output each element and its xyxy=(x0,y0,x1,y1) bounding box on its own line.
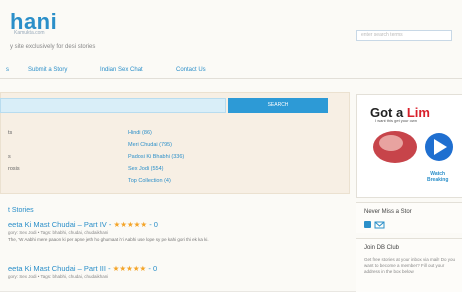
category-link[interactable]: Top Collection (4) xyxy=(128,178,171,184)
header: hani Kamukta.com y site exclusively for … xyxy=(0,0,462,62)
story-meta: gory: Sex Jodi • Tags: bhabhi, chudai, c… xyxy=(8,230,109,235)
nav-item-home[interactable]: s xyxy=(6,67,9,73)
site-tagline: y site exclusively for desi stories xyxy=(10,44,96,50)
top-search-input[interactable]: enter search terms xyxy=(356,30,452,41)
category-link[interactable]: Hindi (86) xyxy=(128,130,152,136)
story-meta: gory: Sex Jodi • Tags: bhabhi, chudai, c… xyxy=(8,274,109,279)
category-stat-label: ts xyxy=(8,130,13,136)
sidebar: Got a Lim I want this get your own Watch… xyxy=(356,94,462,292)
story-excerpt: The, 'W Aabhi mere paaon ki per apne jet… xyxy=(8,237,209,242)
rss-email-icons[interactable] xyxy=(364,221,386,229)
ad-subtext: I want this get your own xyxy=(375,118,418,123)
page: hani Kamukta.com y site exclusively for … xyxy=(0,0,462,292)
main-nav: s Submit a Story Indian Sex Chat Contact… xyxy=(0,64,462,79)
story-item: eeta Ki Mast Chudai – Part IV - ★★★★★ - … xyxy=(8,220,343,242)
category-stat-label: rosis xyxy=(8,166,20,172)
category-link[interactable]: Sex Jodi (554) xyxy=(128,166,163,172)
ad-watch-link[interactable]: Watch Breaking xyxy=(427,171,448,183)
category-row: ts Hindi (86) xyxy=(0,130,340,138)
club-widget: Join DB Club Get free stories at your in… xyxy=(356,238,462,292)
nav-item-contact[interactable]: Contact Us xyxy=(176,67,206,73)
category-row: s Padosi Ki Bhabhi (336) xyxy=(0,154,340,162)
search-button[interactable]: SEARCH xyxy=(228,98,328,113)
ad-image xyxy=(373,131,453,163)
logo-subtext: Kamukta.com xyxy=(14,30,45,36)
story-item: eeta Ki Mast Chudai – Part III - ★★★★★ -… xyxy=(8,264,343,279)
category-link[interactable]: Padosi Ki Bhabhi (336) xyxy=(128,154,184,160)
widget-text: Get free stories at your inbox via mail!… xyxy=(364,257,456,274)
story-title-line: eeta Ki Mast Chudai – Part IV - ★★★★★ - … xyxy=(8,220,158,229)
story-search-input[interactable] xyxy=(0,98,226,113)
widget-title: Join DB Club xyxy=(364,245,400,251)
category-row: Top Collection (4) xyxy=(0,178,340,186)
story-title[interactable]: eeta Ki Mast Chudai – Part IV xyxy=(8,220,107,229)
subscribe-widget: Never Miss a Stor xyxy=(356,202,462,233)
story-title-line: eeta Ki Mast Chudai – Part III - ★★★★★ -… xyxy=(8,264,158,273)
category-link[interactable]: Meri Chudai (795) xyxy=(128,142,172,148)
story-extra: - 0 xyxy=(148,264,158,273)
category-stat-label: s xyxy=(8,154,11,160)
category-row: rosis Sex Jodi (554) xyxy=(0,166,340,174)
category-row: Meri Chudai (795) xyxy=(0,142,340,150)
nav-item-sex-chat[interactable]: Indian Sex Chat xyxy=(100,67,143,73)
rating-stars: ★★★★★ xyxy=(112,264,147,273)
sidebar-ad[interactable]: Got a Lim I want this get your own Watch… xyxy=(356,94,462,198)
rating-stars: ★★★★★ xyxy=(113,220,148,229)
widget-title: Never Miss a Stor xyxy=(364,209,412,215)
story-title[interactable]: eeta Ki Mast Chudai – Part III xyxy=(8,264,106,273)
nav-item-submit-story[interactable]: Submit a Story xyxy=(28,67,67,73)
section-title: t Stories xyxy=(8,207,34,214)
story-extra: - 0 xyxy=(149,220,158,229)
